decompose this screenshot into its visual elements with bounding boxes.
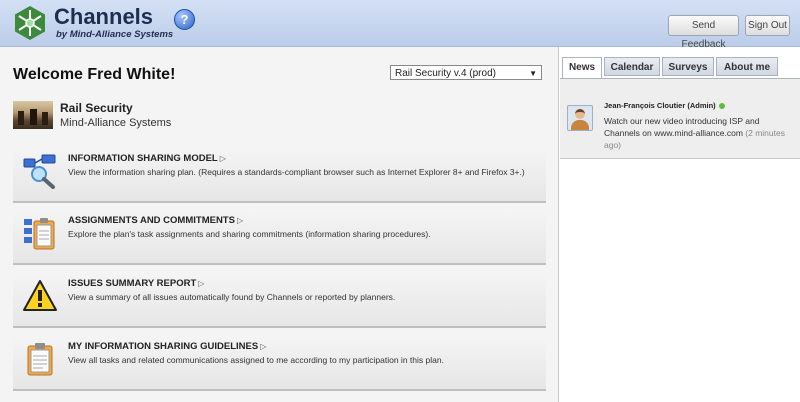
warning-icon xyxy=(22,278,58,314)
send-feedback-button[interactable]: Send Feedback xyxy=(668,15,739,50)
tab-news[interactable]: News xyxy=(562,57,602,79)
user-avatar-icon xyxy=(567,105,593,131)
assignments-clipboard-icon xyxy=(22,215,58,251)
tab-about-me[interactable]: About me xyxy=(716,57,778,76)
plan-image xyxy=(13,101,53,129)
welcome-heading: Welcome Fred White! xyxy=(13,66,176,83)
news-message: Watch our new video introducing ISP and … xyxy=(604,116,785,150)
triangle-right-icon: ▷ xyxy=(198,279,205,288)
channels-logo-icon xyxy=(12,5,48,41)
triangle-right-icon: ▷ xyxy=(219,154,226,163)
guidelines-clipboard-icon xyxy=(22,341,58,377)
section-my-information-sharing-guidelines[interactable]: MY INFORMATION SHARING GUIDELINES ▷ View … xyxy=(13,334,546,391)
app-header: Channels by Mind-Alliance Systems ? Send… xyxy=(0,0,800,50)
main-panel: Welcome Fred White! Rail Security v.4 (p… xyxy=(0,47,559,402)
tab-surveys[interactable]: Surveys xyxy=(662,57,714,76)
triangle-right-icon: ▷ xyxy=(236,216,244,225)
dropdown-arrow-icon: ▼ xyxy=(529,69,537,78)
model-network-icon xyxy=(22,153,58,189)
social-panel: News Calendar Surveys About me Jean-Fran… xyxy=(560,47,800,402)
triangle-right-icon: ▷ xyxy=(260,342,267,351)
plan-organization: Mind-Alliance Systems xyxy=(60,117,172,129)
section-title[interactable]: MY INFORMATION SHARING GUIDELINES ▷ xyxy=(68,341,266,352)
section-information-sharing-model[interactable]: INFORMATION SHARING MODEL ▷ View the info… xyxy=(13,146,546,203)
plan-name: Rail Security xyxy=(60,101,133,115)
news-feed: Jean-François Cloutier (Admin) Watch our… xyxy=(560,78,800,159)
section-description: View all tasks and related communication… xyxy=(68,355,444,365)
section-title[interactable]: INFORMATION SHARING MODEL ▷ xyxy=(68,153,226,164)
section-description: View the information sharing plan. (Requ… xyxy=(68,167,525,177)
section-title[interactable]: ASSIGNMENTS AND COMMITMENTS ▷ xyxy=(68,215,243,226)
app-subtitle: by Mind-Alliance Systems xyxy=(56,29,174,40)
online-status-icon xyxy=(718,103,725,110)
news-author: Jean-François Cloutier (Admin) xyxy=(604,101,725,110)
app-title: Channels xyxy=(54,4,154,29)
section-title[interactable]: ISSUES SUMMARY REPORT ▷ xyxy=(68,278,204,289)
plan-select-value: Rail Security v.4 (prod) xyxy=(395,68,496,79)
section-issues-summary-report[interactable]: ISSUES SUMMARY REPORT ▷ View a summary of… xyxy=(13,271,546,328)
section-assignments-and-commitments[interactable]: ASSIGNMENTS AND COMMITMENTS ▷ Explore the… xyxy=(13,208,546,265)
section-description: View a summary of all issues automatical… xyxy=(68,292,396,302)
section-description: Explore the plan's task assignments and … xyxy=(68,229,431,239)
plan-select[interactable]: Rail Security v.4 (prod) ▼ xyxy=(390,65,542,80)
help-icon[interactable]: ? xyxy=(174,9,195,30)
sign-out-button[interactable]: Sign Out xyxy=(745,15,790,36)
tab-calendar[interactable]: Calendar xyxy=(604,57,660,76)
